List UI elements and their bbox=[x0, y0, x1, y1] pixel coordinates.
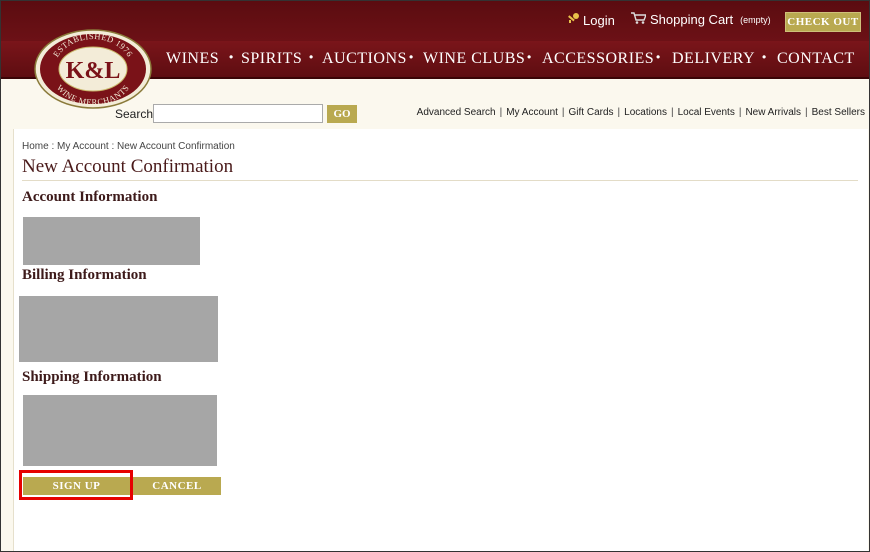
key-icon bbox=[567, 12, 580, 28]
highlight-box bbox=[19, 470, 133, 500]
link-divider: | bbox=[805, 107, 808, 118]
nav-separator: • bbox=[409, 50, 414, 64]
account-information-heading: Account Information bbox=[22, 189, 158, 205]
nav-wine-clubs[interactable]: WINE CLUBS bbox=[423, 50, 525, 68]
nav-separator: • bbox=[229, 50, 234, 64]
account-information-redacted bbox=[23, 217, 200, 265]
checkout-button[interactable]: CHECK OUT bbox=[785, 12, 861, 32]
my-account-link[interactable]: My Account bbox=[506, 107, 558, 118]
cart-label: Shopping Cart bbox=[650, 12, 734, 27]
cart-icon bbox=[631, 12, 648, 27]
page-frame: Login Shopping Cart (empty) CHECK OUT WI… bbox=[0, 0, 870, 552]
link-divider: | bbox=[670, 107, 674, 118]
link-divider: | bbox=[738, 107, 742, 118]
locations-link[interactable]: Locations bbox=[624, 107, 667, 118]
nav-separator: • bbox=[656, 50, 661, 64]
local-events-link[interactable]: Local Events bbox=[678, 107, 735, 118]
nav-accessories[interactable]: ACCESSORIES bbox=[542, 50, 654, 68]
shipping-information-redacted bbox=[23, 395, 217, 466]
logo-monogram: K&L bbox=[66, 58, 121, 84]
title-divider bbox=[22, 180, 858, 181]
shipping-information-heading: Shipping Information bbox=[22, 369, 162, 385]
billing-information-heading: Billing Information bbox=[22, 267, 147, 283]
search-go-button[interactable]: GO bbox=[327, 105, 357, 123]
search-label: Search bbox=[115, 107, 154, 121]
nav-auctions[interactable]: AUCTIONS bbox=[322, 50, 407, 68]
nav-delivery[interactable]: DELIVERY bbox=[672, 50, 755, 68]
shopping-cart-link[interactable]: Shopping Cart (empty) bbox=[631, 12, 771, 27]
nav-separator: • bbox=[309, 50, 314, 64]
search-input[interactable] bbox=[153, 104, 323, 123]
page-title: New Account Confirmation bbox=[22, 156, 234, 177]
new-arrivals-link[interactable]: New Arrivals bbox=[745, 107, 801, 118]
utility-links: Advanced Search | My Account | Gift Cards | Lo… bbox=[417, 107, 865, 118]
nav-separator: • bbox=[762, 50, 767, 64]
link-divider: | bbox=[561, 107, 565, 118]
best-sellers-link[interactable]: Best Sellers bbox=[812, 107, 865, 118]
login-link[interactable]: Login bbox=[567, 12, 615, 28]
breadcrumb[interactable]: Home : My Account : New Account Confirma… bbox=[22, 141, 235, 152]
advanced-search-link[interactable]: Advanced Search bbox=[417, 107, 496, 118]
link-divider: | bbox=[617, 107, 621, 118]
login-label: Login bbox=[583, 12, 615, 28]
cancel-button[interactable]: CANCEL bbox=[133, 477, 221, 495]
nav-wines[interactable]: WINES bbox=[166, 50, 219, 68]
nav-separator: • bbox=[527, 50, 532, 64]
link-divider: | bbox=[499, 107, 503, 118]
nav-contact[interactable]: CONTACT bbox=[777, 50, 855, 68]
billing-information-redacted bbox=[19, 296, 218, 362]
cart-status: (empty) bbox=[740, 14, 771, 25]
gift-cards-link[interactable]: Gift Cards bbox=[569, 107, 614, 118]
nav-spirits[interactable]: SPIRITS bbox=[241, 50, 302, 68]
kl-logo[interactable]: ESTABLISHED 1976 WINE MERCHANTS K&L bbox=[34, 29, 152, 109]
